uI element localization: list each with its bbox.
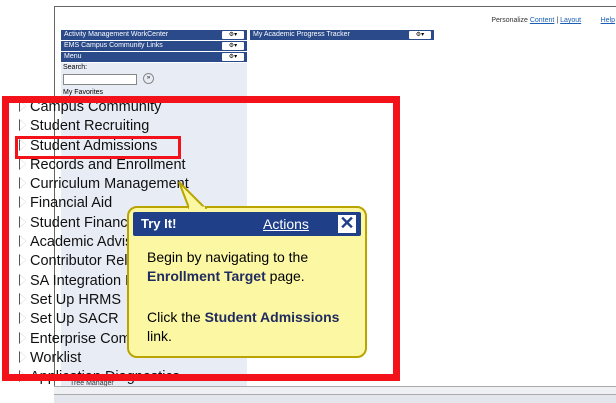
pagelet-academic-progress[interactable]: My Academic Progress Tracker ⚙▾ xyxy=(250,30,434,40)
callout-tail xyxy=(178,181,208,210)
pagelet-title: EMS Campus Community Links xyxy=(64,42,163,49)
help-link[interactable]: Help xyxy=(601,17,615,24)
menu-search-input[interactable] xyxy=(63,74,137,85)
callout-action-hint: Click the Student Admissions link. xyxy=(147,309,340,344)
try-it-callout: Try It! Actions ✕ Begin by navigating to… xyxy=(127,206,367,358)
gear-icon[interactable]: ⚙▾ xyxy=(222,53,244,61)
pagelet-activity-management[interactable]: Activity Management WorkCenter ⚙▾ xyxy=(61,30,247,40)
content-link[interactable]: Content xyxy=(530,17,555,24)
callout-header: Try It! Actions ✕ xyxy=(133,212,361,236)
callout-title: Try It! xyxy=(141,216,177,231)
callout-instruction: Begin by navigating to the Enrollment Ta… xyxy=(147,249,309,284)
pagelet-menu[interactable]: Menu ⚙▾ xyxy=(61,52,247,62)
close-icon[interactable]: ✕ xyxy=(337,214,357,234)
actions-link[interactable]: Actions xyxy=(263,216,309,232)
gear-icon[interactable]: ⚙▾ xyxy=(409,31,431,39)
search-go-icon[interactable]: » xyxy=(143,73,154,84)
gear-icon[interactable]: ⚙▾ xyxy=(222,42,244,50)
gear-icon[interactable]: ⚙▾ xyxy=(222,31,244,39)
pagelet-title: My Academic Progress Tracker xyxy=(253,31,350,38)
target-highlight-box xyxy=(15,136,181,159)
pagelet-ems-links[interactable]: EMS Campus Community Links ⚙▾ xyxy=(61,41,247,51)
my-favorites-link[interactable]: My Favorites xyxy=(63,89,103,96)
layout-link[interactable]: Layout xyxy=(560,17,581,24)
pagelet-title: Menu xyxy=(64,53,82,60)
personalize-label: Personalize xyxy=(491,17,528,24)
pagelet-title: Activity Management WorkCenter xyxy=(64,31,169,38)
separator: | xyxy=(556,17,559,24)
top-links: Personalize Content | Layout Help xyxy=(491,17,615,24)
search-label: Search: xyxy=(63,64,88,71)
